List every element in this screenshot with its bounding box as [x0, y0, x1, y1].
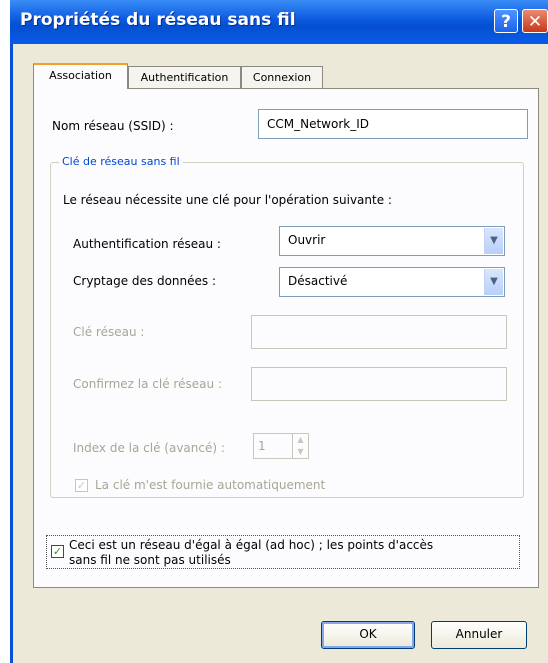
- auth-value: Ouvrir: [288, 233, 326, 247]
- auto-key-label: La clé m'est fournie automatiquement: [95, 478, 326, 492]
- key-index-label: Index de la clé (avancé) :: [73, 441, 225, 455]
- dialog-window: Propriétés du réseau sans fil ? ✕ Associ…: [10, 0, 548, 663]
- encryption-label: Cryptage des données :: [73, 274, 217, 288]
- confirm-key-input[interactable]: [251, 367, 507, 401]
- encryption-select[interactable]: Désactivé ▼: [279, 267, 505, 297]
- group-title: Clé de réseau sans fil: [59, 155, 183, 168]
- chevron-down-icon[interactable]: ▼: [484, 269, 503, 295]
- network-key-input[interactable]: [251, 315, 507, 349]
- checkmark-icon: ✓: [76, 479, 87, 492]
- help-icon: ?: [501, 12, 511, 32]
- tab-connexion[interactable]: Connexion: [241, 66, 323, 88]
- help-button[interactable]: ?: [494, 9, 518, 33]
- key-description: Le réseau nécessite une clé pour l'opéra…: [63, 193, 392, 207]
- adhoc-checkbox[interactable]: ✓: [51, 545, 64, 558]
- ok-button[interactable]: OK: [321, 621, 415, 649]
- adhoc-option[interactable]: ✓ Ceci est un réseau d'égal à égal (ad h…: [46, 535, 520, 569]
- wireless-key-group: Clé de réseau sans fil Le réseau nécessi…: [50, 155, 524, 498]
- association-panel: Nom réseau (SSID) : CCM_Network_ID Clé d…: [33, 88, 539, 588]
- cancel-button[interactable]: Annuler: [431, 621, 527, 649]
- close-button[interactable]: ✕: [522, 9, 548, 33]
- close-icon: ✕: [527, 12, 543, 32]
- tab-authentification[interactable]: Authentification: [128, 66, 241, 88]
- adhoc-label-line2: sans fil ne sont pas utilisés: [69, 553, 231, 567]
- auth-label: Authentification réseau :: [73, 237, 221, 251]
- key-index-spinner[interactable]: 1 ▲ ▼: [253, 433, 309, 459]
- encryption-value: Désactivé: [288, 274, 348, 288]
- chevron-down-icon[interactable]: ▼: [484, 228, 503, 254]
- spinner-arrows-icon[interactable]: ▲ ▼: [292, 434, 308, 458]
- title-bar[interactable]: Propriétés du réseau sans fil ? ✕: [10, 0, 548, 44]
- network-key-label: Clé réseau :: [73, 325, 145, 339]
- adhoc-label-line1: Ceci est un réseau d'égal à égal (ad hoc…: [69, 538, 434, 552]
- ssid-input[interactable]: CCM_Network_ID: [258, 109, 528, 139]
- key-index-value: 1: [258, 439, 266, 453]
- auto-key-checkbox[interactable]: ✓: [75, 479, 88, 492]
- checkmark-icon: ✓: [52, 545, 63, 558]
- ssid-label: Nom réseau (SSID) :: [52, 119, 174, 133]
- window-title: Propriétés du réseau sans fil: [20, 10, 296, 30]
- tab-association[interactable]: Association: [33, 63, 128, 89]
- auth-select[interactable]: Ouvrir ▼: [279, 226, 505, 256]
- confirm-key-label: Confirmez la clé réseau :: [73, 377, 222, 391]
